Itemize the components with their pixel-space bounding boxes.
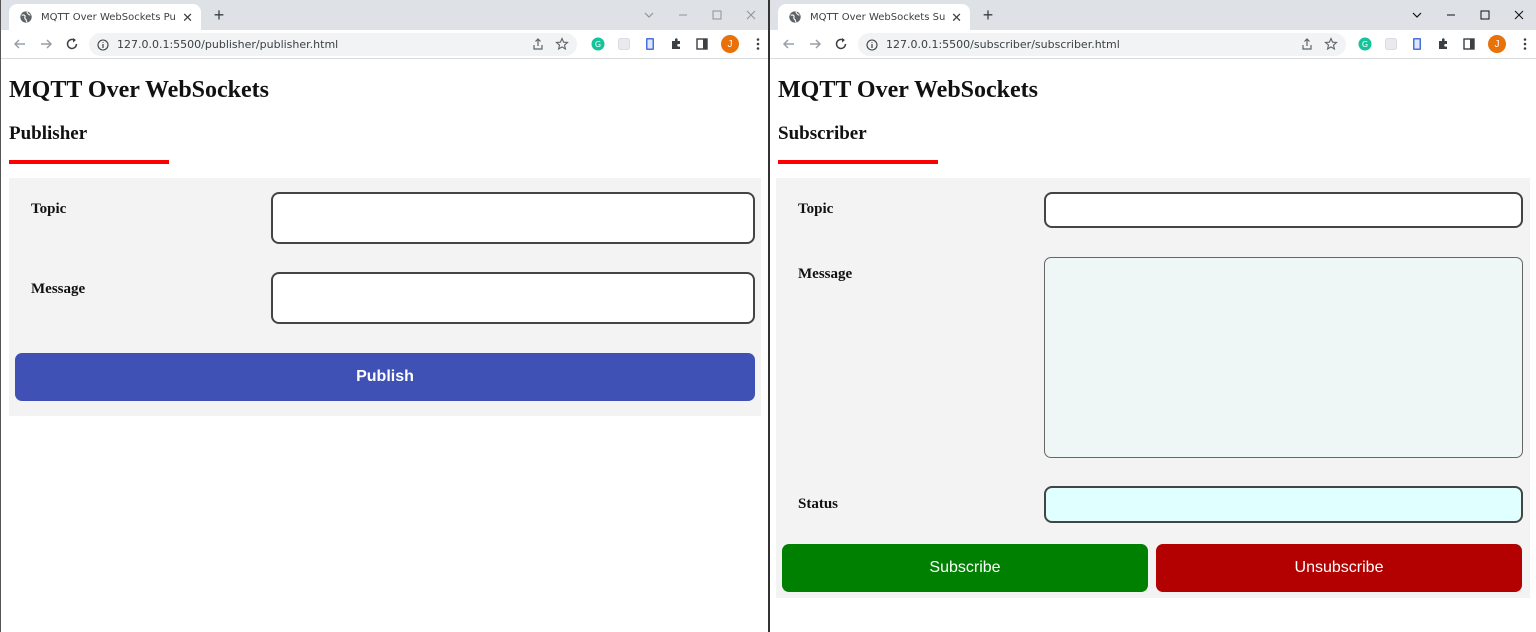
address-bar[interactable]: 127.0.0.1:5500/subscriber/subscriber.htm… [858, 33, 1346, 56]
grammarly-extension-icon[interactable]: G [1358, 37, 1372, 51]
svg-text:G: G [1362, 40, 1368, 49]
topic-input[interactable] [1044, 192, 1523, 228]
subscriber-form-panel: Topic Message Status Subscribe Unsubscri… [776, 178, 1530, 598]
url-text: 127.0.0.1:5500/publisher/publisher.html [117, 38, 339, 51]
side-panel-icon[interactable] [1462, 37, 1476, 51]
publisher-page: MQTT Over WebSockets Publisher Topic Mes… [1, 60, 768, 632]
maximize-icon[interactable] [1468, 0, 1502, 30]
profile-avatar[interactable]: J [721, 35, 739, 53]
globe-icon [789, 11, 801, 23]
page-subtitle: Publisher [9, 123, 88, 144]
side-panel-icon[interactable] [695, 37, 709, 51]
topic-label: Topic [798, 201, 834, 217]
close-window-icon[interactable] [734, 0, 768, 30]
title-underline [9, 160, 169, 164]
message-textarea[interactable] [1044, 257, 1523, 458]
maximize-icon[interactable] [700, 0, 734, 30]
reader-extension-icon[interactable] [643, 37, 657, 51]
subscriber-page: MQTT Over WebSockets Subscriber Topic Me… [770, 60, 1536, 632]
tab-strip: MQTT Over WebSockets Subscriber ✕ + [770, 0, 1536, 30]
subscriber-browser-window: MQTT Over WebSockets Subscriber ✕ + [768, 0, 1536, 632]
back-arrow-icon[interactable] [11, 35, 29, 53]
info-icon[interactable] [866, 38, 878, 51]
puzzle-extensions-icon[interactable] [669, 37, 683, 51]
topic-label: Topic [31, 201, 67, 217]
tab-strip: MQTT Over WebSockets Publisher ✕ + [1, 0, 768, 30]
minimize-icon[interactable] [666, 0, 700, 30]
puzzle-extensions-icon[interactable] [1436, 37, 1450, 51]
close-tab-icon[interactable]: ✕ [951, 11, 962, 24]
topic-input[interactable] [271, 192, 755, 244]
minimize-icon[interactable] [1434, 0, 1468, 30]
bookmark-star-icon[interactable] [555, 37, 569, 51]
tab-subscriber[interactable]: MQTT Over WebSockets Subscriber ✕ [778, 4, 970, 30]
reader-extension-icon[interactable] [1410, 37, 1424, 51]
info-icon[interactable] [97, 38, 109, 51]
window-controls [632, 0, 768, 30]
close-window-icon[interactable] [1502, 0, 1536, 30]
new-tab-plus-icon[interactable]: + [978, 5, 998, 25]
browser-toolbar: 127.0.0.1:5500/publisher/publisher.html … [1, 30, 768, 59]
new-tab-plus-icon[interactable]: + [209, 5, 229, 25]
tab-search-chevron-icon[interactable] [632, 0, 666, 30]
menu-kebab-icon[interactable] [751, 37, 765, 51]
svg-text:G: G [595, 40, 601, 49]
message-label: Message [31, 281, 86, 297]
reload-icon[interactable] [832, 35, 850, 53]
publish-button[interactable]: Publish [15, 353, 755, 401]
page-title: MQTT Over WebSockets [778, 77, 1039, 103]
subscribe-button[interactable]: Subscribe [782, 544, 1148, 592]
extension-placeholder-icon[interactable] [617, 37, 631, 51]
forward-arrow-icon[interactable] [806, 35, 824, 53]
tab-publisher[interactable]: MQTT Over WebSockets Publisher ✕ [9, 4, 201, 30]
globe-icon [20, 11, 32, 23]
window-controls [1400, 0, 1536, 30]
page-subtitle: Subscriber [778, 123, 867, 144]
address-bar[interactable]: 127.0.0.1:5500/publisher/publisher.html [89, 33, 577, 56]
publisher-browser-window: MQTT Over WebSockets Publisher ✕ + [0, 0, 768, 632]
tab-title: MQTT Over WebSockets Subscriber [810, 11, 946, 23]
tab-title: MQTT Over WebSockets Publisher [41, 11, 176, 23]
extension-placeholder-icon[interactable] [1384, 37, 1398, 51]
publisher-form-panel: Topic Message Publish [9, 178, 761, 416]
reload-icon[interactable] [63, 35, 81, 53]
status-label: Status [798, 496, 839, 512]
unsubscribe-button[interactable]: Unsubscribe [1156, 544, 1522, 592]
grammarly-extension-icon[interactable]: G [591, 37, 605, 51]
close-tab-icon[interactable]: ✕ [182, 11, 193, 24]
profile-avatar[interactable]: J [1488, 35, 1506, 53]
status-field [1044, 486, 1523, 523]
message-label: Message [798, 266, 853, 282]
share-icon[interactable] [531, 37, 545, 51]
browser-toolbar: 127.0.0.1:5500/subscriber/subscriber.htm… [770, 30, 1536, 59]
title-underline [778, 160, 938, 164]
share-icon[interactable] [1300, 37, 1314, 51]
url-text: 127.0.0.1:5500/subscriber/subscriber.htm… [886, 38, 1120, 51]
page-title: MQTT Over WebSockets [9, 77, 270, 103]
tab-search-chevron-icon[interactable] [1400, 0, 1434, 30]
menu-kebab-icon[interactable] [1518, 37, 1532, 51]
message-input[interactable] [271, 272, 755, 324]
bookmark-star-icon[interactable] [1324, 37, 1338, 51]
back-arrow-icon[interactable] [780, 35, 798, 53]
forward-arrow-icon[interactable] [37, 35, 55, 53]
